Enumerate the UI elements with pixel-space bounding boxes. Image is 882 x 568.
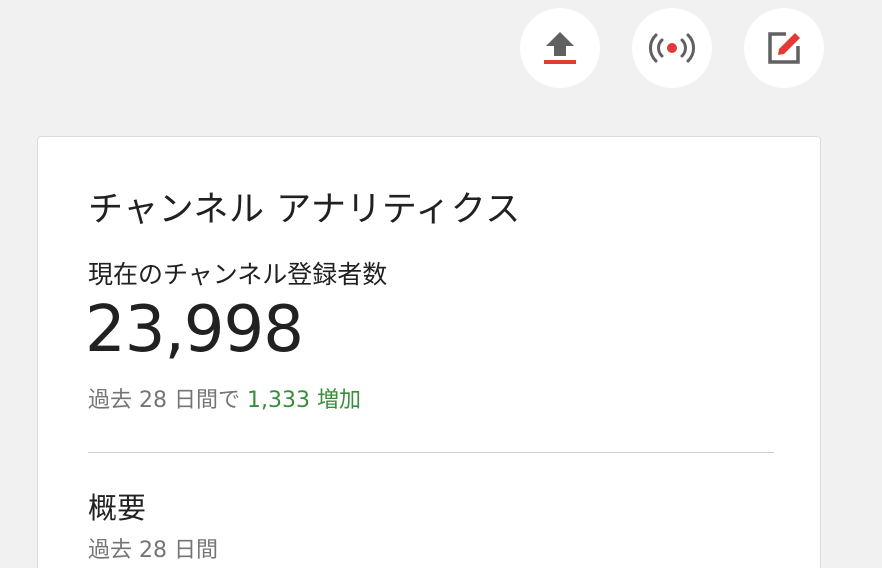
card-title: チャンネル アナリティクス xyxy=(88,190,521,230)
live-broadcast-icon xyxy=(649,33,695,63)
divider xyxy=(88,452,774,453)
create-post-button[interactable] xyxy=(744,8,824,88)
subscribers-count: 23,998 xyxy=(85,293,304,367)
overview-period: 過去 28 日間 xyxy=(88,538,218,563)
upload-icon xyxy=(544,32,576,64)
subscriber-change: 過去 28 日間で 1,333 増加 xyxy=(88,382,361,414)
go-live-button[interactable] xyxy=(632,8,712,88)
subscribers-label: 現在のチャンネル登録者数 xyxy=(88,260,388,289)
analytics-screen: チャンネル アナリティクス 現在のチャンネル登録者数 23,998 過去 28 … xyxy=(0,0,882,568)
edit-post-icon xyxy=(768,32,800,64)
channel-analytics-card: チャンネル アナリティクス 現在のチャンネル登録者数 23,998 過去 28 … xyxy=(37,136,821,568)
change-value: 1,333 増加 xyxy=(246,388,361,413)
overview-title: 概要 xyxy=(88,491,147,525)
change-prefix: 過去 28 日間で xyxy=(88,388,240,413)
upload-button[interactable] xyxy=(520,8,600,88)
